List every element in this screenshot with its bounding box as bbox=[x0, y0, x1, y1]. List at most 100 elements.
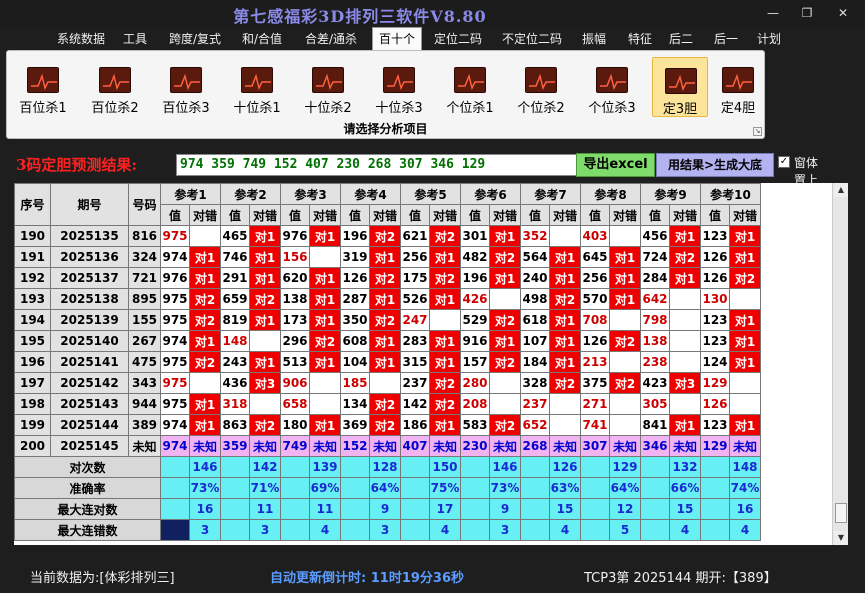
stats-spacer bbox=[400, 477, 430, 499]
menu-item-8[interactable]: 振幅 bbox=[576, 29, 612, 49]
menu-item-2[interactable]: 跨度/复式 bbox=[164, 29, 226, 49]
row-code: 721 bbox=[128, 267, 161, 289]
table-row[interactable]: 193 2025138 895 975 对2 659 对2 138 对1 287 对1 526 对1 42… bbox=[14, 288, 761, 310]
ribbon-button-10[interactable]: 定4胆 bbox=[710, 57, 766, 117]
row-seq: 194 bbox=[14, 309, 51, 331]
maximize-button[interactable]: ❐ bbox=[794, 4, 820, 22]
prediction-result-field[interactable]: 974 359 749 152 407 230 268 307 346 129 bbox=[176, 154, 577, 176]
cell-result bbox=[609, 414, 641, 436]
stay-on-top-checkbox[interactable]: ✓ bbox=[778, 156, 790, 168]
ribbon-button-4[interactable]: 十位杀2 bbox=[296, 57, 360, 117]
chart-icon bbox=[27, 67, 59, 93]
stats-value: 128 bbox=[369, 456, 401, 478]
menu-item-4[interactable]: 合差/通杀 bbox=[300, 29, 362, 49]
menu-item-5[interactable]: 百十个 bbox=[372, 27, 422, 50]
cell-result: 对3 bbox=[669, 372, 701, 394]
status-bar: 当前数据为:[体彩排列三] 自动更新倒计时: 11时19分36秒 TCP3第 2… bbox=[0, 561, 865, 593]
stats-value: 9 bbox=[369, 498, 401, 520]
cell-value: 620 bbox=[280, 267, 310, 289]
vertical-scrollbar[interactable]: ▲ ▼ bbox=[832, 183, 848, 545]
cell-result: 对1 bbox=[549, 351, 581, 373]
table-row[interactable]: 194 2025139 155 975 对2 819 对1 173 对1 350 对2 247 529 对… bbox=[14, 309, 761, 331]
menu-item-7[interactable]: 不定位二码 bbox=[496, 29, 568, 49]
ribbon-button-0[interactable]: 百位杀1 bbox=[11, 57, 75, 117]
cell-value: 287 bbox=[340, 288, 370, 310]
stats-value: 15 bbox=[669, 498, 701, 520]
export-excel-button[interactable]: 导出excel bbox=[576, 153, 655, 177]
stats-value: 16 bbox=[189, 498, 221, 520]
ribbon-expand-icon[interactable]: ↘ bbox=[753, 127, 762, 136]
ribbon-button-label: 百位杀2 bbox=[91, 101, 139, 116]
header-ref: 参考10 bbox=[700, 183, 761, 205]
menu-item-11[interactable]: 后一 bbox=[708, 29, 744, 49]
ribbon-button-8[interactable]: 个位杀3 bbox=[580, 57, 644, 117]
minimize-button[interactable]: — bbox=[760, 4, 786, 22]
cell-result bbox=[669, 330, 701, 352]
cell-result bbox=[549, 225, 581, 247]
cell-result: 对2 bbox=[369, 267, 401, 289]
menu-item-1[interactable]: 工具 bbox=[118, 29, 152, 49]
menu-item-0[interactable]: 系统数据 bbox=[52, 29, 110, 49]
header-ref: 参考2 bbox=[220, 183, 281, 205]
menu-item-12[interactable]: 计划 bbox=[754, 29, 784, 49]
cell-result: 对1 bbox=[249, 267, 281, 289]
table-row[interactable]: 191 2025136 324 974 对1 746 对1 156 319 对1 256 对1 482 对… bbox=[14, 246, 761, 268]
cell-result: 对1 bbox=[309, 309, 341, 331]
ribbon-button-9[interactable]: 定3胆 bbox=[652, 57, 708, 117]
cell-result: 对2 bbox=[189, 351, 221, 373]
cell-result: 对1 bbox=[549, 267, 581, 289]
cell-value: 138 bbox=[640, 330, 670, 352]
cell-value: 608 bbox=[340, 330, 370, 352]
cell-result bbox=[189, 225, 221, 247]
cell-value: 123 bbox=[700, 225, 730, 247]
close-button[interactable]: ✕ bbox=[830, 4, 856, 22]
table-row[interactable]: 199 2025144 389 974 对1 863 对2 180 对1 369 对2 186 对1 58… bbox=[14, 414, 761, 436]
cell-result: 对1 bbox=[549, 330, 581, 352]
scroll-thumb[interactable] bbox=[835, 503, 847, 523]
stats-spacer bbox=[400, 456, 430, 478]
header-value: 值 bbox=[580, 204, 610, 226]
ribbon-button-1[interactable]: 百位杀2 bbox=[83, 57, 147, 117]
ribbon-button-2[interactable]: 百位杀3 bbox=[154, 57, 218, 117]
row-period: 2025144 bbox=[50, 414, 129, 436]
table-row[interactable]: 190 2025135 816 975 465 对1 976 对1 196 对2 621 对2 301 对… bbox=[14, 225, 761, 247]
cell-result: 对1 bbox=[729, 330, 761, 352]
table-row[interactable]: 198 2025143 944 975 对1 318 658 134 对2 142 对2 208 237… bbox=[14, 393, 761, 415]
cell-result bbox=[489, 372, 521, 394]
cell-value: 307 bbox=[580, 435, 610, 457]
menu-item-9[interactable]: 特征 bbox=[622, 29, 658, 49]
stats-value: 12 bbox=[609, 498, 641, 520]
cell-value: 658 bbox=[280, 393, 310, 415]
stats-spacer bbox=[160, 519, 190, 541]
cell-result: 对1 bbox=[309, 414, 341, 436]
table-row[interactable]: 192 2025137 721 976 对1 291 对1 620 对1 126 对2 175 对2 19… bbox=[14, 267, 761, 289]
cell-value: 375 bbox=[580, 372, 610, 394]
table-row[interactable]: 196 2025141 475 975 对2 243 对1 513 对1 104 对1 315 对1 15… bbox=[14, 351, 761, 373]
cell-value: 741 bbox=[580, 414, 610, 436]
stats-label: 最大连对数 bbox=[14, 498, 161, 520]
menu-item-3[interactable]: 和/合值 bbox=[238, 29, 286, 49]
cell-result: 对1 bbox=[729, 225, 761, 247]
stats-value: 150 bbox=[429, 456, 461, 478]
menu-item-6[interactable]: 定位二码 bbox=[428, 29, 488, 49]
stats-spacer bbox=[160, 456, 190, 478]
cell-result bbox=[489, 393, 521, 415]
ribbon-button-6[interactable]: 个位杀1 bbox=[438, 57, 502, 117]
cell-value: 284 bbox=[640, 267, 670, 289]
scroll-down-icon[interactable]: ▼ bbox=[834, 531, 848, 545]
table-row[interactable]: 197 2025142 343 975 436 对3 906 185 237 对2 280 328 对2… bbox=[14, 372, 761, 394]
scroll-up-icon[interactable]: ▲ bbox=[834, 183, 848, 197]
generate-base-button[interactable]: 用结果>生成大底 bbox=[656, 153, 774, 177]
cell-value: 280 bbox=[460, 372, 490, 394]
ribbon-button-7[interactable]: 个位杀2 bbox=[509, 57, 573, 117]
prediction-row[interactable]: 200 2025145 未知 974 未知 359 未知 749 未知 152 未知 407 未知 230… bbox=[14, 435, 761, 457]
table-row[interactable]: 195 2025140 267 974 对1 148 296 对2 608 对1 283 对1 916 对… bbox=[14, 330, 761, 352]
cell-value: 529 bbox=[460, 309, 490, 331]
status-data-source: 当前数据为:[体彩排列三] bbox=[30, 571, 175, 586]
row-seq: 198 bbox=[14, 393, 51, 415]
ribbon-button-5[interactable]: 十位杀3 bbox=[367, 57, 431, 117]
cell-value: 318 bbox=[220, 393, 250, 415]
ribbon-button-3[interactable]: 十位杀1 bbox=[225, 57, 289, 117]
menu-item-10[interactable]: 后二 bbox=[666, 29, 696, 49]
header-code: 号码 bbox=[128, 183, 161, 226]
